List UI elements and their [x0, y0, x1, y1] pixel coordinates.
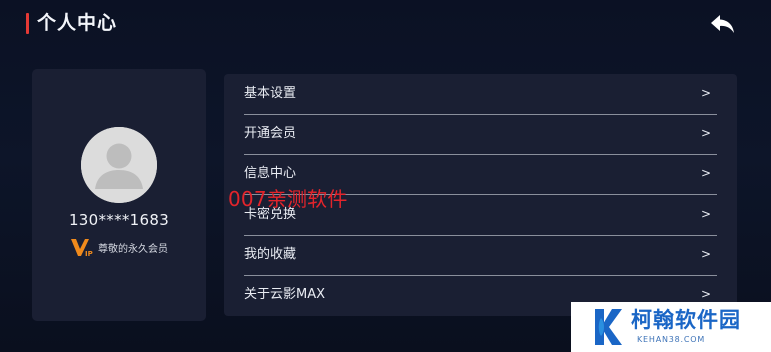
site-url: KEHAN38.COM	[637, 335, 706, 344]
chevron-right-icon: >	[700, 247, 711, 261]
menu-item-label: 我的收藏	[244, 247, 297, 262]
vip-badge-icon: IP	[71, 239, 93, 258]
menu-item-label: 关于云影MAX	[244, 287, 326, 302]
page-title: 个人中心	[37, 12, 118, 34]
menu-item-label: 开通会员	[244, 126, 297, 141]
menu-item-label: 基本设置	[244, 86, 297, 101]
header: 个人中心	[0, 0, 771, 48]
chevron-right-icon: >	[700, 166, 711, 180]
default-avatar-icon	[81, 127, 157, 203]
profile-card: 130****1683 IP 尊敬的永久会员	[32, 69, 206, 321]
title-accent-bar	[26, 13, 29, 34]
avatar[interactable]	[81, 127, 157, 203]
chevron-right-icon: >	[700, 126, 711, 140]
back-arrow-icon	[711, 15, 734, 33]
menu-item-membership[interactable]: 开通会员 >	[244, 114, 717, 155]
menu-item-basic-settings[interactable]: 基本设置 >	[244, 74, 717, 115]
k-logo-icon	[595, 309, 622, 345]
chevron-right-icon: >	[700, 86, 711, 100]
chevron-right-icon: >	[700, 207, 711, 221]
watermark-text: 007亲测软件	[228, 187, 348, 211]
svg-text:IP: IP	[85, 250, 93, 258]
menu-item-label: 信息中心	[244, 166, 297, 181]
vip-status: IP 尊敬的永久会员	[70, 236, 168, 258]
site-name: 柯翰软件园	[631, 308, 741, 332]
site-watermark-badge: 柯翰软件园 KEHAN38.COM	[571, 302, 771, 352]
menu-item-favorites[interactable]: 我的收藏 >	[244, 235, 717, 276]
chevron-right-icon: >	[700, 287, 711, 301]
vip-label: 尊敬的永久会员	[98, 243, 168, 255]
back-button[interactable]	[706, 10, 740, 38]
phone-number: 130****1683	[68, 211, 170, 229]
